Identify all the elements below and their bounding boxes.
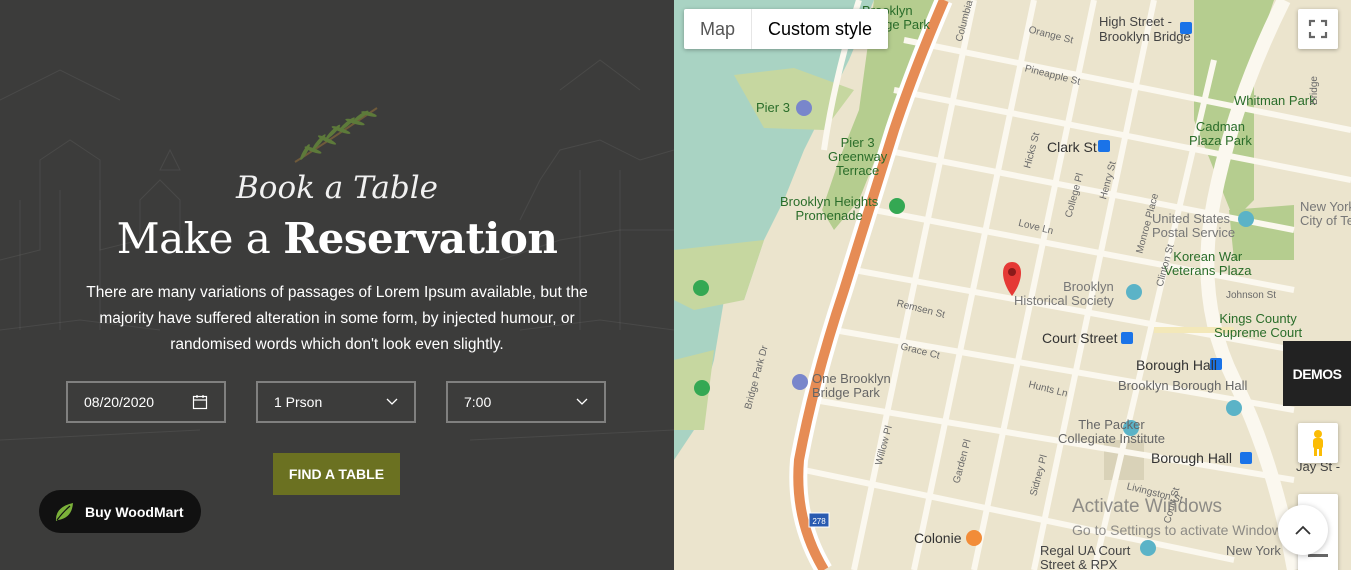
map-label: United States Postal Service xyxy=(1152,211,1236,240)
chevron-down-icon xyxy=(386,398,398,405)
demos-label: DEMOS xyxy=(1292,365,1342,382)
google-map[interactable]: 278 Brookly xyxy=(674,0,1351,570)
map-label: Kings County Supreme Court xyxy=(1214,311,1303,340)
fullscreen-button[interactable] xyxy=(1298,9,1338,49)
buy-woodmart-label: Buy WoodMart xyxy=(85,503,184,520)
title-bold: Reservation xyxy=(283,214,558,263)
map-label: Borough Hall xyxy=(1136,357,1217,373)
section-title: Make a Reservation xyxy=(0,214,674,263)
reservation-section: Book a Table Make a Reservation There ar… xyxy=(0,0,674,570)
map-label: Brooklyn Heights Promenade xyxy=(780,194,879,223)
map-label: Cadman Plaza Park xyxy=(1189,119,1252,148)
watermark-line2: Go to Settings to activate Windows. xyxy=(1072,522,1293,538)
map-label: Pier 3 xyxy=(756,100,790,115)
map-label: Borough Hall xyxy=(1151,450,1232,466)
chevron-down-icon xyxy=(576,398,588,405)
date-input[interactable]: 08/20/2020 xyxy=(66,381,226,423)
rosemary-sprig-icon xyxy=(294,107,378,163)
map-label: Clark St xyxy=(1047,139,1097,155)
scroll-to-top-button[interactable] xyxy=(1278,505,1328,555)
map-label: New York City of Tech xyxy=(1300,199,1351,228)
chevron-up-icon xyxy=(1295,525,1311,535)
street-label: Johnson St xyxy=(1226,290,1277,301)
map-type-map-button[interactable]: Map xyxy=(684,9,751,49)
persons-value: 1 Prson xyxy=(274,394,323,410)
highway-shield-label: 278 xyxy=(812,517,826,526)
street-label: Bridge xyxy=(1308,76,1320,105)
buy-woodmart-button[interactable]: Buy WoodMart xyxy=(39,490,201,533)
calendar-icon xyxy=(192,395,208,410)
map-label: One Brooklyn Bridge Park xyxy=(812,371,891,400)
title-normal: Make a xyxy=(116,214,271,263)
leaf-icon xyxy=(55,502,73,521)
date-value: 08/20/2020 xyxy=(84,394,155,410)
map-type-control[interactable]: Map Custom style xyxy=(684,9,889,49)
persons-select[interactable]: 1 Prson xyxy=(256,381,416,423)
fullscreen-icon xyxy=(1308,19,1328,39)
activate-windows-watermark: Activate Windows Go to Settings to activ… xyxy=(1072,496,1293,538)
map-label: Pier 3 Greenway Terrace xyxy=(828,135,888,178)
map-canvas[interactable]: 278 xyxy=(674,0,1351,570)
map-type-custom-style-button[interactable]: Custom style xyxy=(751,9,888,49)
map-label: New York xyxy=(1226,543,1281,558)
map-label: Court Street xyxy=(1042,330,1118,346)
map-label: Brooklyn Borough Hall xyxy=(1118,378,1248,393)
map-label: The Packer Collegiate Institute xyxy=(1058,417,1165,446)
map-label: Regal UA Court Street & RPX xyxy=(1040,543,1131,570)
map-label: Whitman Park xyxy=(1234,93,1316,108)
map-label: Korean War Veterans Plaza xyxy=(1164,249,1252,278)
section-subtitle: Book a Table xyxy=(236,170,438,206)
demos-button[interactable]: DEMOS xyxy=(1283,341,1351,406)
find-table-button[interactable]: FIND A TABLE xyxy=(273,453,400,495)
time-value: 7:00 xyxy=(464,394,492,410)
watermark-line1: Activate Windows xyxy=(1072,496,1222,517)
restaurant-icon xyxy=(966,530,982,546)
map-label: High Street - Brooklyn Bridge xyxy=(1099,14,1191,44)
map-label: Colonie xyxy=(914,530,962,546)
zoom-out-button[interactable] xyxy=(1308,554,1328,557)
pegman-icon xyxy=(1313,430,1323,456)
section-description: There are many variations of passages of… xyxy=(86,284,588,353)
street-view-pegman[interactable] xyxy=(1298,423,1338,463)
map-label: Brooklyn Historical Society xyxy=(1014,279,1114,308)
time-select[interactable]: 7:00 xyxy=(446,381,606,423)
